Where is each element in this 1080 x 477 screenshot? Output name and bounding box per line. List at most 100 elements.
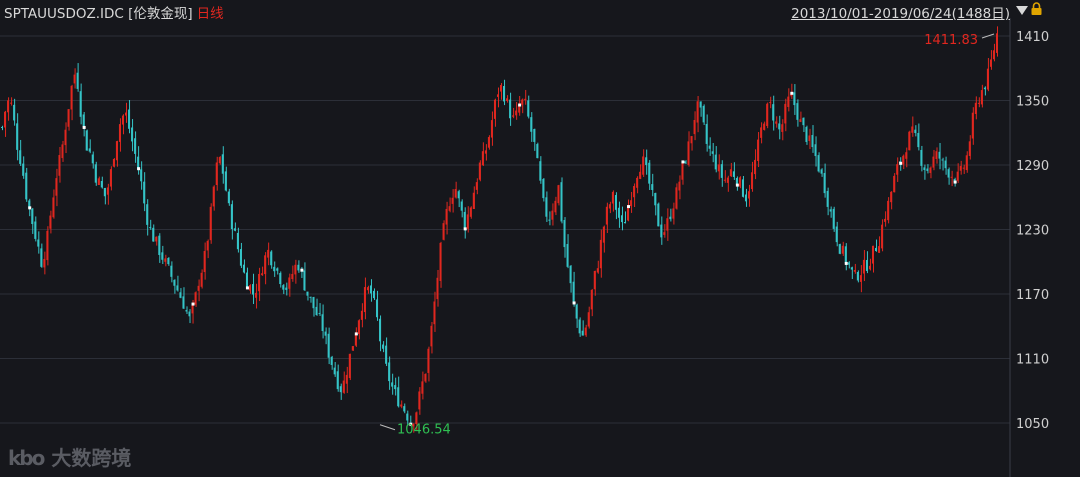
candle bbox=[233, 222, 236, 232]
candle-body bbox=[636, 177, 639, 188]
candle-body bbox=[481, 151, 484, 166]
candle-body bbox=[197, 285, 200, 291]
candle-body bbox=[91, 154, 94, 164]
candle bbox=[823, 163, 826, 198]
candle bbox=[206, 239, 209, 259]
candle bbox=[923, 164, 926, 180]
candle-body bbox=[312, 297, 315, 309]
candle bbox=[315, 298, 318, 316]
candle bbox=[106, 183, 109, 205]
candle bbox=[252, 273, 255, 304]
candle-body bbox=[496, 94, 499, 97]
candle-body bbox=[651, 184, 654, 190]
candle-body bbox=[291, 273, 294, 280]
candle-body bbox=[285, 287, 288, 290]
candle-body bbox=[859, 275, 862, 282]
candle bbox=[808, 128, 811, 150]
marker-dot bbox=[681, 160, 685, 164]
candle bbox=[820, 168, 823, 177]
candle bbox=[227, 188, 230, 206]
candle bbox=[989, 50, 992, 70]
candle-body bbox=[167, 258, 170, 265]
date-range-selector[interactable]: 2013/10/01-2019/06/24(1488日) bbox=[791, 2, 1010, 22]
candle bbox=[484, 144, 487, 161]
candle bbox=[708, 137, 711, 156]
candle bbox=[557, 184, 560, 206]
chart-title: SPTAUUSDOZ.IDC [伦敦金现] 日线 bbox=[4, 2, 224, 22]
candle-body bbox=[430, 325, 433, 347]
candle bbox=[291, 265, 294, 282]
candle bbox=[391, 373, 394, 395]
candle bbox=[899, 157, 903, 171]
candle bbox=[890, 191, 893, 210]
period-label: 日线 bbox=[196, 6, 224, 22]
candle-body bbox=[333, 367, 336, 375]
candle-body bbox=[720, 164, 723, 178]
candle bbox=[433, 291, 436, 332]
candle bbox=[639, 164, 642, 180]
marker-dot bbox=[354, 332, 358, 336]
candle bbox=[654, 192, 657, 216]
candle-body bbox=[330, 356, 333, 365]
candle-body bbox=[554, 200, 557, 213]
candle bbox=[932, 149, 935, 171]
candle-body bbox=[267, 249, 270, 258]
candle-body bbox=[484, 150, 487, 154]
candle-body bbox=[974, 102, 977, 114]
candle-body bbox=[696, 101, 699, 123]
candle-body bbox=[19, 150, 22, 164]
candle bbox=[43, 251, 46, 275]
candle bbox=[248, 284, 252, 294]
candle-body bbox=[261, 273, 264, 276]
candle bbox=[37, 231, 40, 254]
candle bbox=[242, 259, 245, 274]
candle-body bbox=[917, 132, 920, 148]
candle-body bbox=[276, 268, 279, 271]
candle-body bbox=[433, 301, 436, 325]
candle-body bbox=[379, 318, 382, 342]
candle-body bbox=[58, 155, 61, 176]
triangle-down-icon[interactable] bbox=[1016, 6, 1028, 15]
candle bbox=[971, 107, 974, 145]
candle bbox=[273, 261, 276, 277]
candle-body bbox=[73, 74, 76, 84]
candle bbox=[421, 371, 424, 400]
candle bbox=[25, 167, 28, 202]
candle-body bbox=[354, 333, 357, 346]
candle-body bbox=[351, 346, 354, 351]
candle-body bbox=[469, 207, 472, 217]
candle-body bbox=[787, 96, 790, 107]
candle-body bbox=[847, 262, 850, 265]
candle bbox=[651, 173, 654, 197]
candle-body bbox=[660, 224, 663, 238]
candle-body bbox=[995, 33, 998, 53]
candle-body bbox=[348, 353, 351, 379]
candle-body bbox=[956, 171, 959, 181]
candle bbox=[965, 151, 968, 173]
candle bbox=[164, 254, 167, 267]
candle-body bbox=[838, 244, 841, 254]
logo-mark: kbo bbox=[8, 446, 45, 470]
candle-body bbox=[968, 141, 971, 156]
candle-body bbox=[844, 246, 847, 264]
candle-body bbox=[702, 105, 705, 123]
candle bbox=[388, 356, 391, 390]
candle-body bbox=[935, 151, 938, 159]
candle-body bbox=[853, 270, 856, 272]
candle bbox=[636, 176, 639, 194]
candle-body bbox=[7, 100, 10, 113]
candle-body bbox=[850, 267, 853, 270]
lock-icon[interactable] bbox=[1031, 2, 1042, 15]
candle bbox=[324, 327, 327, 345]
candle bbox=[309, 296, 312, 303]
candle-body bbox=[25, 172, 28, 200]
candle-body bbox=[61, 144, 64, 159]
candlestick-chart: 1410 1350 1290 1230 1170 1110 1050 1411.83 1046… bbox=[0, 18, 1049, 477]
candle bbox=[339, 383, 342, 400]
candle-body bbox=[617, 207, 620, 218]
candle-body bbox=[865, 259, 868, 272]
candle-body bbox=[711, 151, 714, 154]
candle-body bbox=[140, 169, 143, 182]
candle-body bbox=[887, 200, 890, 221]
candle-body bbox=[575, 304, 578, 319]
